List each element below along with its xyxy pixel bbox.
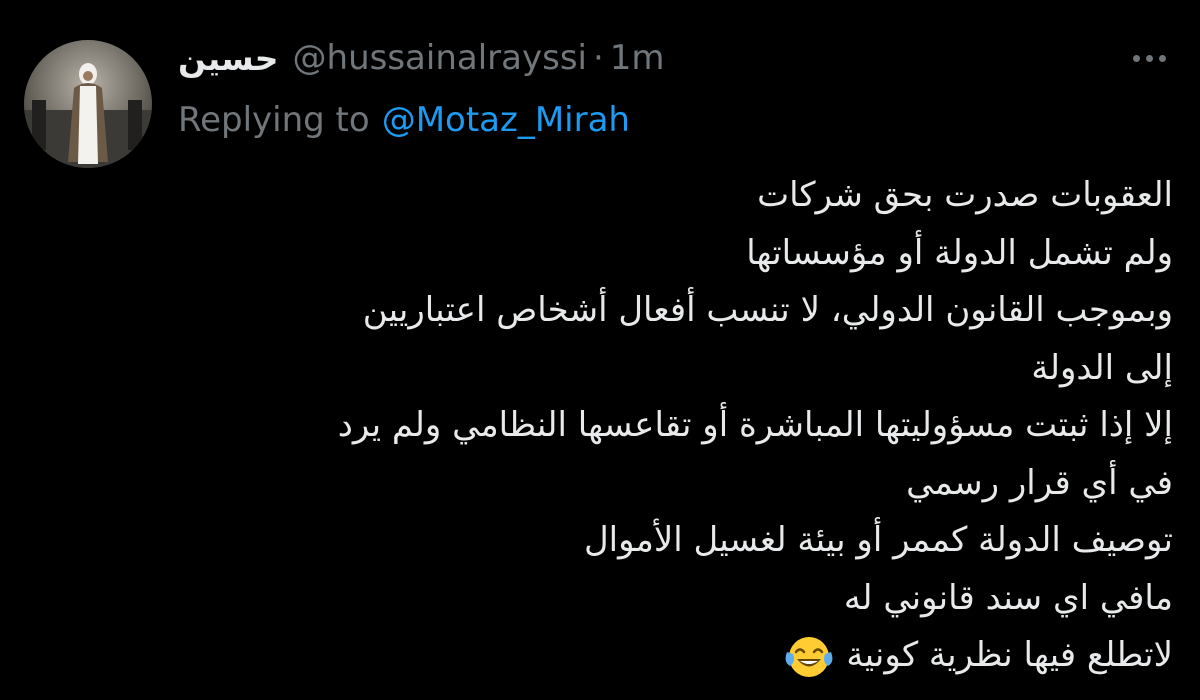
reply-mention-link[interactable]: @Motaz_Mirah	[382, 100, 630, 140]
user-handle[interactable]: @hussainalrayssi	[293, 38, 587, 78]
tweet-text-line: توصيف الدولة كممر أو بيئة لغسيل الأموال	[583, 520, 1173, 560]
tweet-text-line: مافي اي سند قانوني له	[843, 577, 1173, 618]
avatar-image	[24, 40, 152, 168]
separator-dot: ·	[592, 38, 604, 78]
tweet-text-line: إلى الدولة	[1031, 347, 1173, 388]
tweet-text-line: إلا إذا ثبتت مسؤوليتها المباشرة أو تقاعس…	[337, 405, 1173, 445]
display-name[interactable]: حسين	[178, 39, 279, 78]
tweet-text-line: وبموجب القانون الدولي، لا تنسب أفعال أشخ…	[362, 290, 1173, 330]
tweet-text: العقوبات صدرت بحق شركات ولم تشمل الدولة …	[183, 167, 1173, 685]
replying-to-label: Replying to	[178, 100, 370, 140]
tweet[interactable]: حسين @hussainalrayssi · 1m Replying to @…	[0, 0, 1200, 677]
tweet-text-line: ولم تشمل الدولة أو مؤسساتها	[746, 232, 1173, 273]
tweet-text-line-content: لاتطلع فيها نظرية كونية	[846, 635, 1173, 675]
avatar[interactable]	[24, 40, 152, 168]
tweet-text-line: العقوبات صدرت بحق شركات	[757, 175, 1173, 215]
tweet-text-line: في أي قرار رسمي	[906, 462, 1173, 503]
more-horizontal-icon	[1130, 54, 1169, 62]
reply-context: Replying to @Motaz_Mirah	[178, 96, 630, 144]
tweet-text-last-line: لاتطلع فيها نظرية كونية	[183, 627, 1173, 685]
face-with-tears-of-joy-icon	[784, 632, 834, 682]
timestamp[interactable]: 1m	[610, 38, 665, 78]
more-options-button[interactable]	[1125, 40, 1173, 76]
tweet-header: حسين @hussainalrayssi · 1m	[178, 34, 665, 82]
